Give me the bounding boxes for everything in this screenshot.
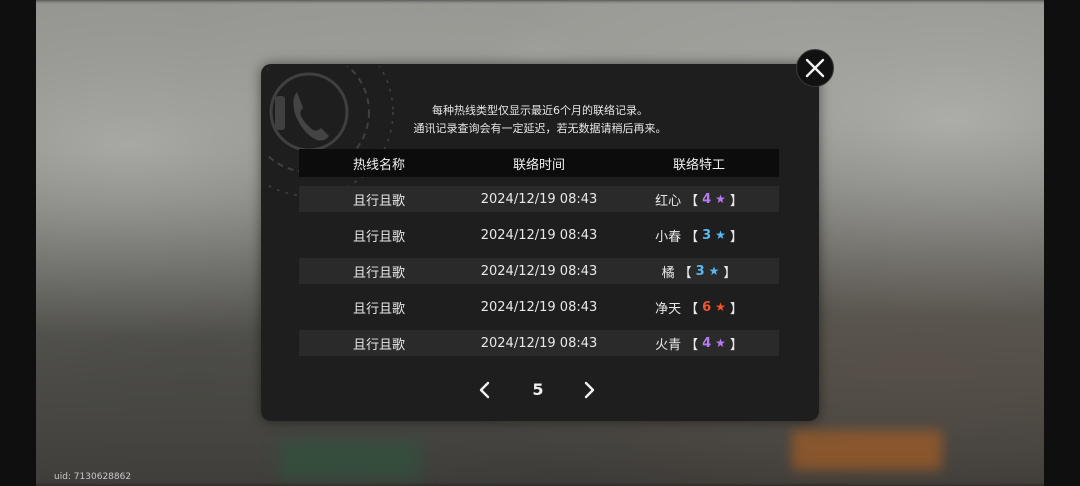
hotline-name: 且行且歌 [352, 265, 405, 281]
record-list: 且行且歌 2024/12/19 08:43 红心 【 4 ★ 】 且行且歌 20… [299, 186, 779, 366]
letterbox-right [1044, 0, 1080, 486]
table-row: 且行且歌 2024/12/19 08:43 净天 【 6 ★ 】 [299, 294, 779, 320]
chevron-left-icon [479, 381, 490, 399]
table-row: 且行且歌 2024/12/19 08:43 小春 【 3 ★ 】 [299, 222, 779, 248]
header-contact-agent: 联络特工 [672, 157, 725, 173]
notice-line-1: 每种热线类型仅显示最近6个月的联络记录。 [432, 104, 648, 117]
chevron-right-icon [584, 381, 595, 399]
header-hotline-name: 热线名称 [352, 157, 405, 173]
contact-time: 2024/12/19 08:43 [480, 335, 598, 351]
bracket-open: 【 [678, 265, 692, 281]
contact-time: 2024/12/19 08:43 [480, 227, 598, 243]
bracket-close: 】 [729, 229, 743, 245]
close-button[interactable] [796, 49, 834, 87]
bracket-close: 】 [723, 265, 737, 281]
current-page-number: 5 [532, 380, 544, 399]
agent-name: 橘 [661, 265, 675, 281]
background-blur-orange [792, 430, 942, 470]
table-row: 且行且歌 2024/12/19 08:43 火青 【 4 ★ 】 [299, 330, 779, 356]
bracket-open: 【 [685, 193, 699, 209]
notice-text: 每种热线类型仅显示最近6个月的联络记录。 通讯记录查询会有一定延迟，若无数据请稍… [261, 102, 819, 138]
table-header: 热线名称 联络时间 联络特工 [299, 149, 779, 177]
agent-cell: 净天 【 6 ★ 】 [619, 298, 779, 317]
bracket-open: 【 [685, 337, 699, 353]
bracket-open: 【 [685, 301, 699, 317]
bracket-open: 【 [685, 229, 699, 245]
agent-cell: 红心 【 4 ★ 】 [619, 190, 779, 209]
hotline-name: 且行且歌 [352, 337, 405, 353]
bracket-close: 】 [729, 193, 743, 209]
hotline-record-dialog: 每种热线类型仅显示最近6个月的联络记录。 通讯记录查询会有一定延迟，若无数据请稍… [261, 64, 819, 421]
agent-cell: 橘 【 3 ★ 】 [619, 262, 779, 281]
agent-rank: 4 [702, 191, 712, 207]
rank-star-icon: ★ [715, 336, 726, 350]
agent-name: 小春 [655, 229, 682, 245]
agent-rank: 4 [702, 335, 712, 351]
agent-cell: 火青 【 4 ★ 】 [619, 334, 779, 353]
background-blur-green [280, 440, 420, 480]
table-row: 且行且歌 2024/12/19 08:43 橘 【 3 ★ 】 [299, 258, 779, 284]
agent-name: 火青 [655, 337, 682, 353]
agent-name: 净天 [655, 301, 682, 317]
hotline-name: 且行且歌 [352, 193, 405, 209]
agent-rank: 3 [702, 227, 712, 243]
bracket-close: 】 [729, 301, 743, 317]
contact-time: 2024/12/19 08:43 [480, 299, 598, 315]
rank-star-icon: ★ [715, 300, 726, 314]
hotline-name: 且行且歌 [352, 301, 405, 317]
contact-time: 2024/12/19 08:43 [480, 191, 598, 207]
agent-rank: 6 [702, 299, 712, 315]
contact-time: 2024/12/19 08:43 [480, 263, 598, 279]
rank-star-icon: ★ [715, 192, 726, 206]
agent-cell: 小春 【 3 ★ 】 [619, 226, 779, 245]
next-page-button[interactable] [577, 378, 601, 402]
agent-name: 红心 [655, 193, 682, 209]
rank-star-icon: ★ [715, 228, 726, 242]
agent-rank: 3 [695, 263, 705, 279]
prev-page-button[interactable] [473, 378, 497, 402]
hotline-name: 且行且歌 [352, 229, 405, 245]
table-row: 且行且歌 2024/12/19 08:43 红心 【 4 ★ 】 [299, 186, 779, 212]
close-icon [805, 58, 825, 78]
letterbox-left [0, 0, 36, 486]
rank-star-icon: ★ [708, 264, 720, 278]
bracket-close: 】 [729, 337, 743, 353]
uid-label: uid: 7130628862 [54, 472, 132, 482]
pagination: 5 [261, 378, 819, 402]
notice-line-2: 通讯记录查询会有一定延迟，若无数据请稍后再来。 [413, 122, 667, 135]
header-contact-time: 联络时间 [512, 157, 565, 173]
